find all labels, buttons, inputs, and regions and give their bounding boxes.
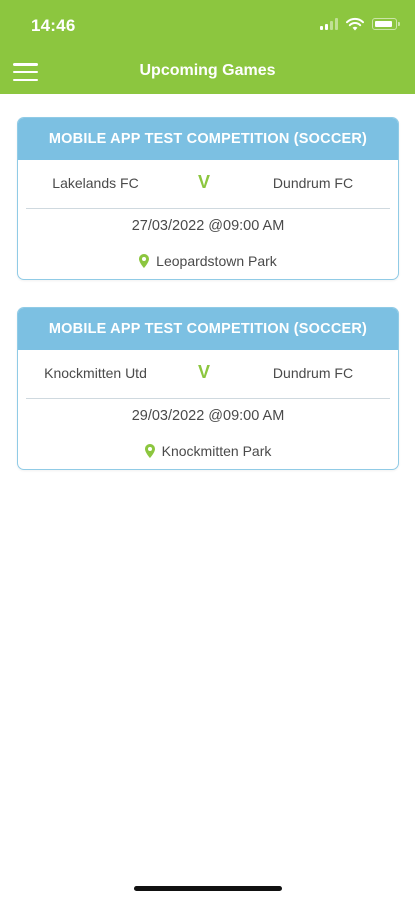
teams-row: Lakelands FC V Dundrum FC	[18, 160, 398, 208]
teams-row: Knockmitten Utd V Dundrum FC	[18, 350, 398, 398]
versus-label: V	[198, 172, 211, 192]
app-header: 14:46 Upcoming Games	[0, 0, 415, 94]
away-team: Dundrum FC	[272, 175, 354, 191]
venue-row: Knockmitten Park	[18, 433, 398, 469]
signal-icon	[320, 18, 338, 30]
location-pin-icon	[139, 254, 150, 268]
versus-label: V	[198, 362, 211, 382]
home-team: Knockmitten Utd	[44, 365, 147, 381]
match-datetime: 29/03/2022 @09:00 AM	[131, 408, 285, 424]
home-indicator[interactable]	[134, 886, 282, 891]
competition-title: MOBILE APP TEST COMPETITION (SOCCER)	[18, 118, 398, 160]
battery-icon	[372, 18, 400, 30]
venue-name: Knockmitten Park	[161, 443, 272, 459]
match-datetime: 27/03/2022 @09:00 AM	[131, 218, 285, 234]
location-pin-icon	[144, 444, 155, 458]
competition-title: MOBILE APP TEST COMPETITION (SOCCER)	[18, 308, 398, 350]
game-card[interactable]: MOBILE APP TEST COMPETITION (SOCCER) Kno…	[17, 307, 399, 470]
status-time: 14:46	[31, 16, 76, 35]
page-title: Upcoming Games	[139, 62, 276, 79]
status-icons	[320, 17, 400, 31]
venue-name: Leopardstown Park	[156, 253, 277, 269]
away-team: Dundrum FC	[272, 365, 354, 381]
home-team: Lakelands FC	[52, 175, 139, 191]
game-card[interactable]: MOBILE APP TEST COMPETITION (SOCCER) Lak…	[17, 117, 399, 280]
wifi-icon	[346, 17, 364, 31]
venue-row: Leopardstown Park	[18, 243, 398, 279]
